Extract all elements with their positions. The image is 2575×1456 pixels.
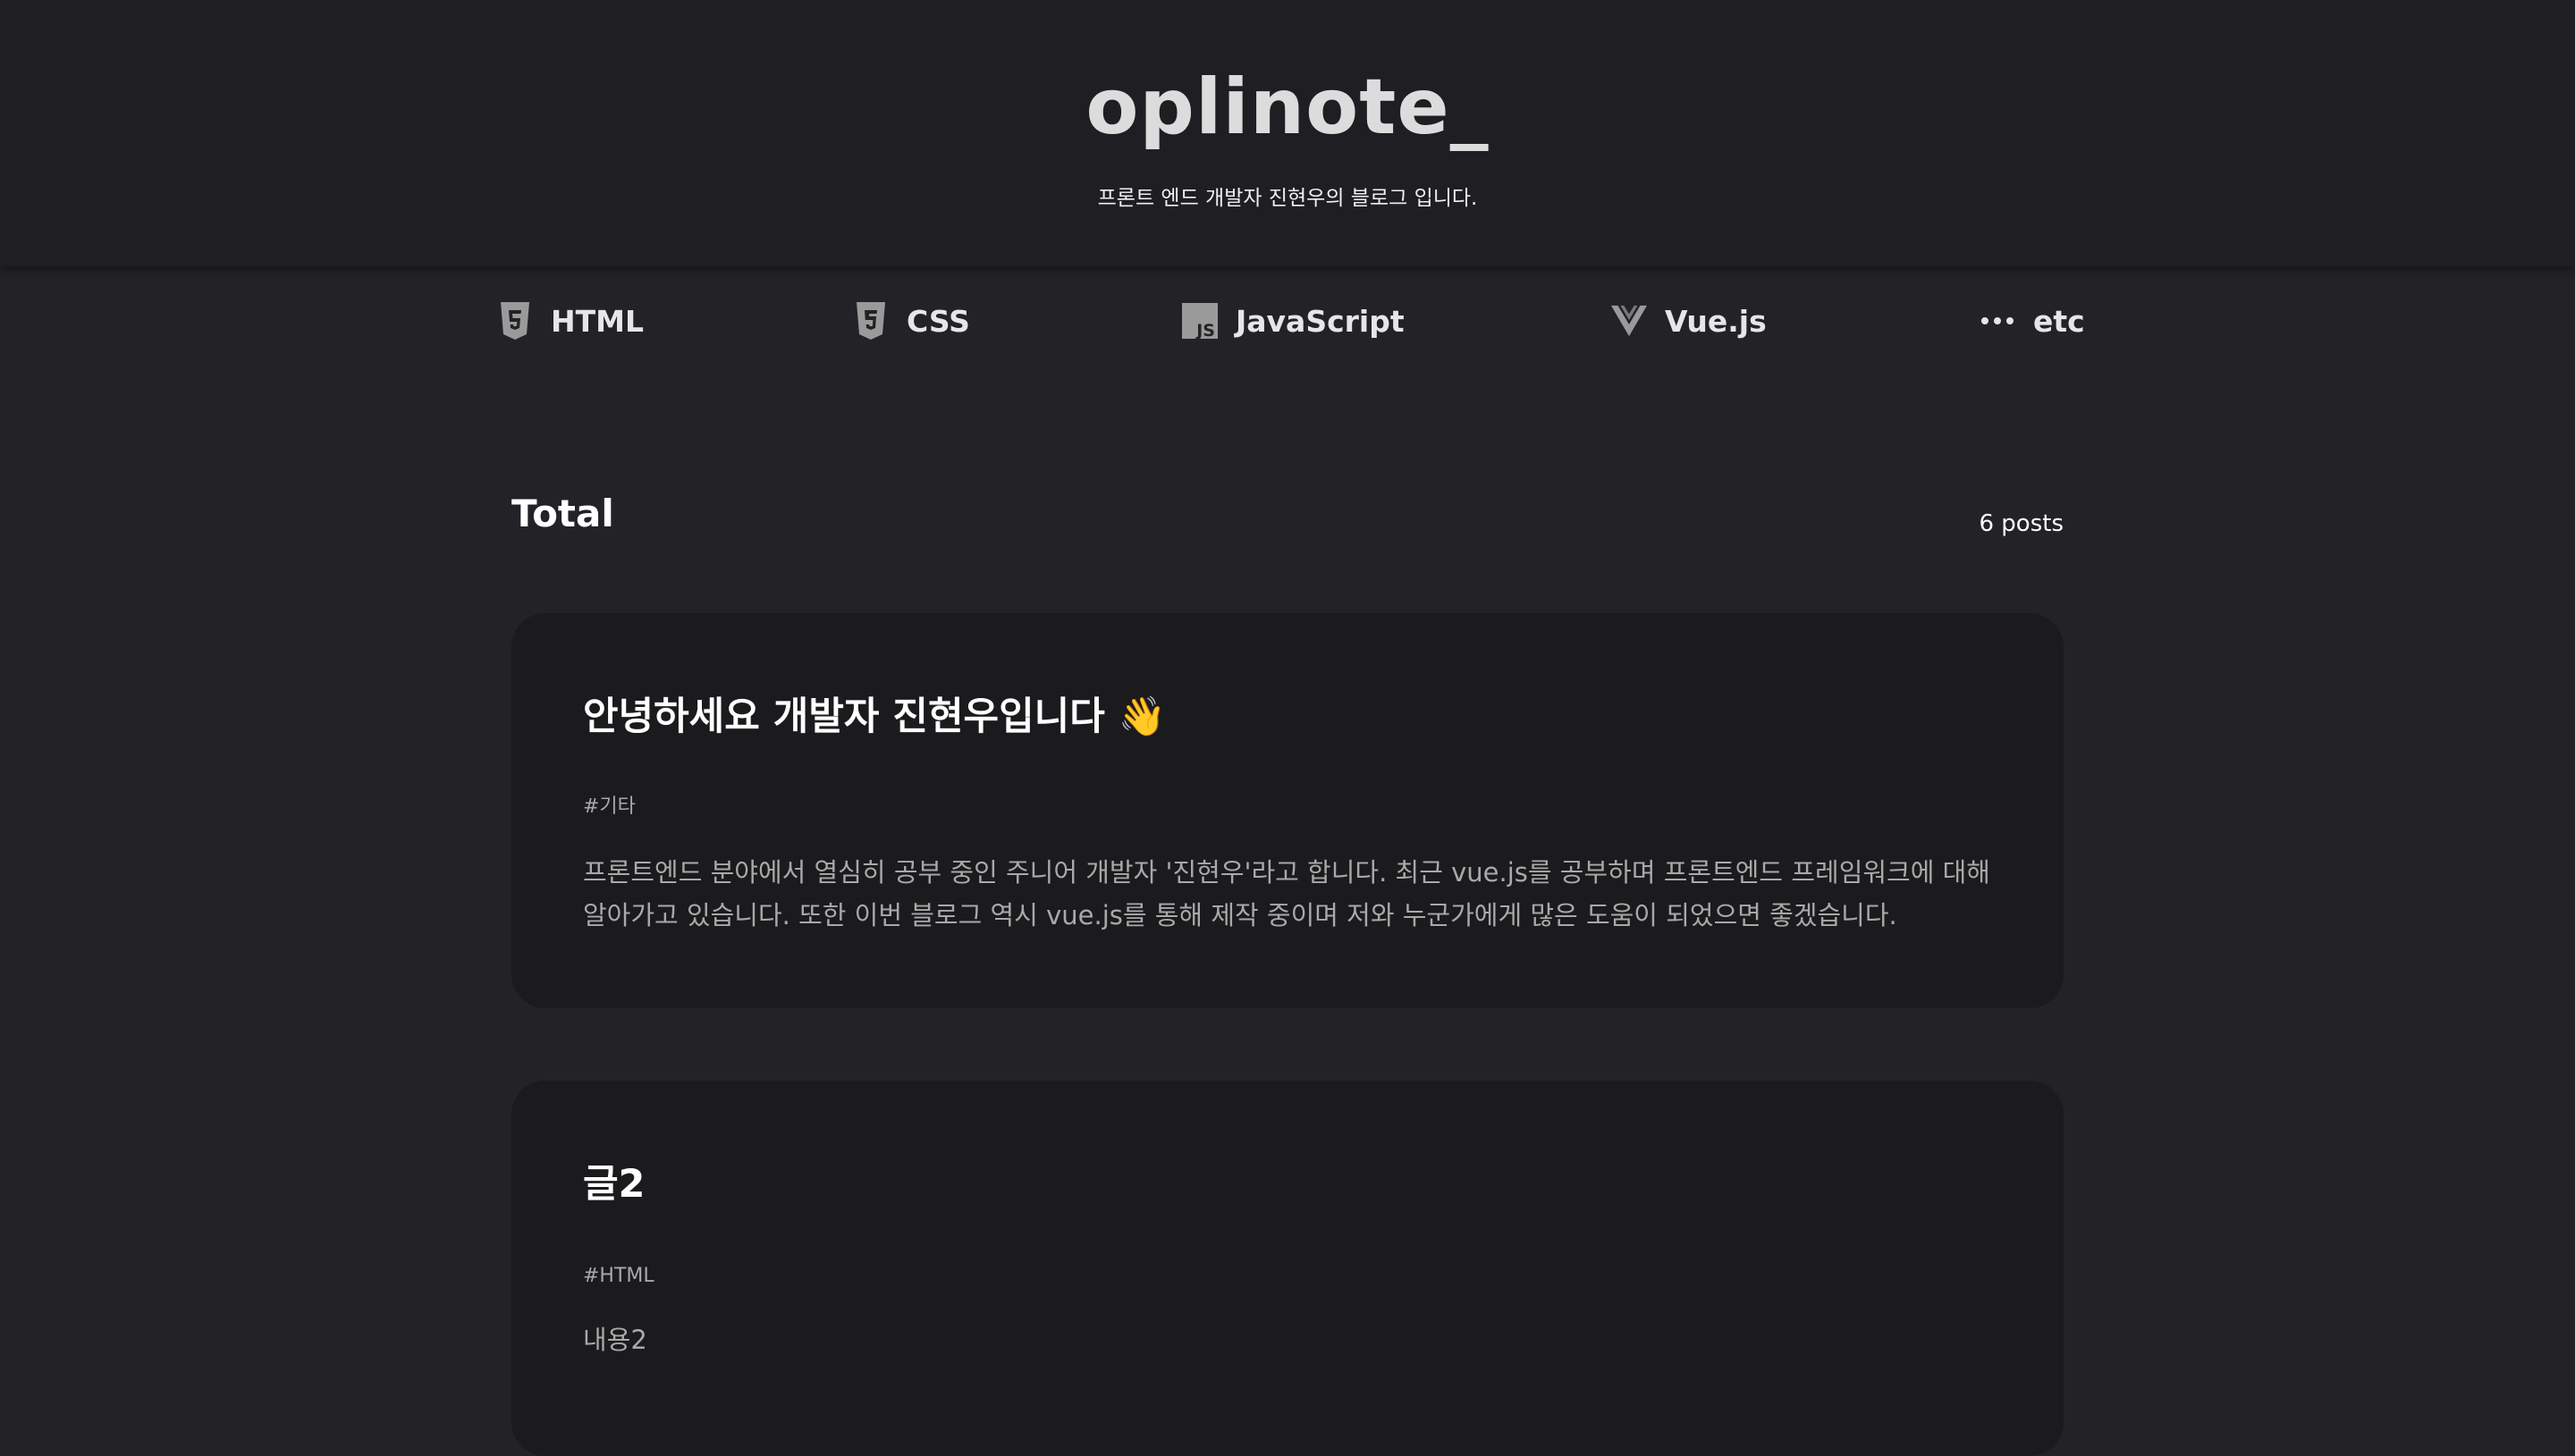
svg-text:JS: JS — [1195, 321, 1215, 339]
nav-item-vuejs[interactable]: Vue.js — [1611, 295, 1767, 347]
post-title[interactable]: 글2 — [583, 1157, 645, 1211]
nav-item-etc[interactable]: etc — [1980, 295, 2085, 347]
nav-item-label: Vue.js — [1665, 303, 1767, 339]
nav-item-javascript[interactable]: JS JavaScript — [1182, 295, 1405, 347]
nav-item-label: JavaScript — [1236, 303, 1405, 339]
ellipsis-icon — [1980, 301, 2015, 341]
post-card[interactable]: 글2 #HTML 내용2 — [511, 1081, 2064, 1456]
post-count: 6 posts — [1979, 510, 2064, 537]
section-title: Total — [511, 492, 614, 535]
vuejs-icon — [1611, 301, 1647, 341]
post-card[interactable]: 안녕하세요 개발자 진현우입니다 👋 #기타 프론트엔드 분야에서 열심히 공부… — [511, 613, 2064, 1008]
javascript-icon: JS — [1182, 301, 1218, 341]
site-title[interactable]: oplinote_ — [0, 54, 2575, 161]
post-tag[interactable]: #기타 — [583, 794, 636, 821]
post-title[interactable]: 안녕하세요 개발자 진현우입니다 👋 — [583, 690, 1166, 744]
post-excerpt: 내용2 — [583, 1325, 647, 1355]
post-tag[interactable]: #HTML — [583, 1263, 654, 1290]
nav-item-label: CSS — [907, 303, 970, 339]
nav-item-label: etc — [2033, 303, 2085, 339]
html5-icon — [497, 301, 533, 341]
category-nav: HTML CSS JS JavaScript Vue.js etc — [0, 295, 2575, 347]
nav-item-css[interactable]: CSS — [853, 295, 970, 347]
nav-item-html[interactable]: HTML — [497, 295, 644, 347]
site-header: oplinote_ 프론트 엔드 개발자 진현우의 블로그 입니다. — [0, 0, 2575, 266]
nav-item-label: HTML — [551, 303, 644, 339]
site-description: 프론트 엔드 개발자 진현우의 블로그 입니다. — [1097, 187, 1478, 210]
css3-icon — [853, 301, 889, 341]
post-excerpt: 프론트엔드 분야에서 열심히 공부 중인 주니어 개발자 '진현우'라고 합니다… — [583, 857, 1990, 930]
